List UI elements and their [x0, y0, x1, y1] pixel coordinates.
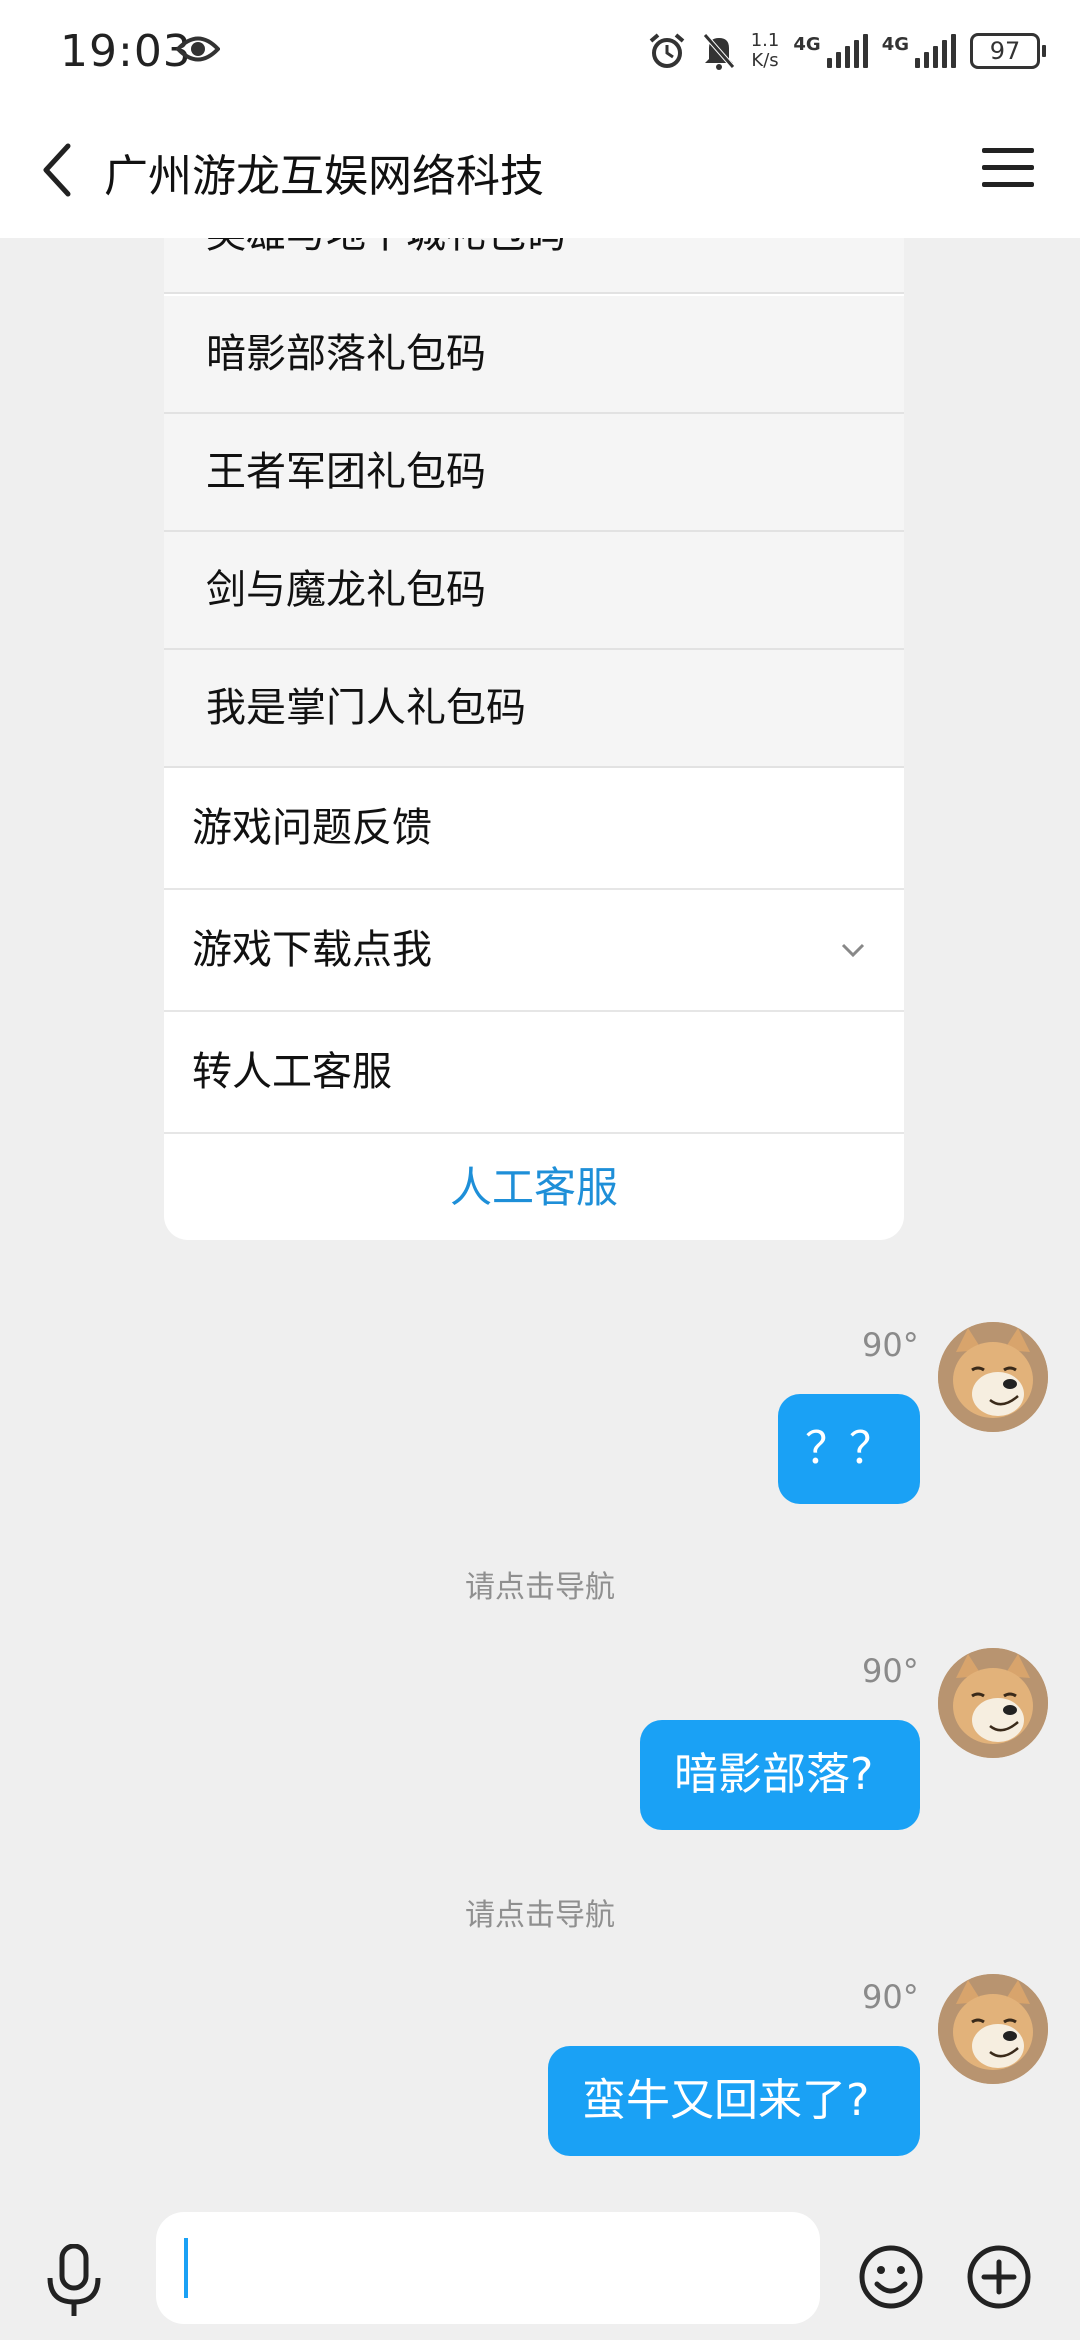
net-speed-value: 1.1 [750, 30, 780, 51]
net-speed-unit: K/s [751, 50, 779, 71]
back-arrow-icon[interactable] [34, 140, 84, 200]
alarm-icon [649, 33, 685, 68]
menu-icon[interactable] [982, 146, 1034, 190]
menu-item-download[interactable]: 游戏下载点我 [164, 890, 904, 1012]
input-bar [0, 2190, 1080, 2340]
menu-subitem-jianyu[interactable]: 剑与魔龙礼包码 [164, 532, 904, 650]
human-service-button[interactable]: 人工客服 [164, 1136, 904, 1240]
menu-item-label: 转人工客服 [192, 1049, 392, 1095]
plus-icon[interactable] [966, 2244, 1032, 2310]
chevron-down-icon [841, 943, 865, 958]
message-time: 90° [862, 1652, 919, 1690]
signal-1: 4G [793, 34, 868, 68]
menu-item-human-service[interactable]: 转人工客服 [164, 1012, 904, 1134]
system-note: 请点击导航 [465, 1570, 615, 1605]
title-bar: 广州游龙互娱网络科技 [0, 100, 1080, 238]
status-time: 19:03 [60, 26, 192, 77]
battery-indicator: 97 [970, 33, 1046, 69]
signal-2: 4G [882, 34, 956, 68]
menu-item-feedback[interactable]: 游戏问题反馈 [164, 768, 904, 890]
status-icons: 1.1 K/s 4G 4G 97 [647, 26, 1046, 76]
avatar[interactable] [938, 1322, 1048, 1432]
menu-subitem-wangzhe[interactable]: 王者军团礼包码 [164, 414, 904, 532]
message-time: 90° [862, 1326, 919, 1364]
message-time: 90° [862, 1978, 919, 2016]
menu-item-label: 游戏问题反馈 [192, 805, 432, 851]
signal-type-label: 4G [793, 34, 821, 55]
microphone-icon[interactable] [44, 2244, 104, 2320]
signal-type-label: 4G [881, 34, 909, 55]
network-speed: 1.1 K/s [751, 31, 780, 71]
message-bubble[interactable]: ？？ [778, 1394, 920, 1504]
text-caret [184, 2238, 188, 2298]
dog-avatar-image [938, 1974, 1048, 2084]
avatar[interactable] [938, 1648, 1048, 1758]
menu-subitem-partial[interactable]: 英雄与地下城礼包码 [164, 238, 904, 294]
smiley-icon[interactable] [858, 2244, 924, 2310]
system-note: 请点击导航 [465, 1898, 615, 1933]
dog-avatar-image [938, 1648, 1048, 1758]
status-bar: 19:03 1.1 K/s 4G 4G 97 [0, 0, 1080, 100]
menu-subitem-anying[interactable]: 暗影部落礼包码 [164, 296, 904, 414]
dog-avatar-image [938, 1322, 1048, 1432]
page-title: 广州游龙互娱网络科技 [104, 151, 544, 202]
mute-bell-icon [702, 33, 735, 70]
message-input[interactable] [156, 2212, 820, 2324]
avatar[interactable] [938, 1974, 1048, 2084]
navigation-menu-card: 英雄与地下城礼包码 暗影部落礼包码 王者军团礼包码 剑与魔龙礼包码 我是掌门人礼… [164, 238, 904, 1240]
chat-screen: 19:03 1.1 K/s 4G 4G 97 广州游龙互娱网络科技 暗影部落礼包… [0, 0, 1080, 2340]
menu-item-label: 游戏下载点我 [192, 927, 432, 973]
message-bubble[interactable]: 暗影部落? [640, 1720, 920, 1830]
menu-subitem-zhangmen[interactable]: 我是掌门人礼包码 [164, 650, 904, 768]
message-bubble[interactable]: 蛮牛又回来了? [548, 2046, 920, 2156]
eye-icon [176, 36, 220, 62]
